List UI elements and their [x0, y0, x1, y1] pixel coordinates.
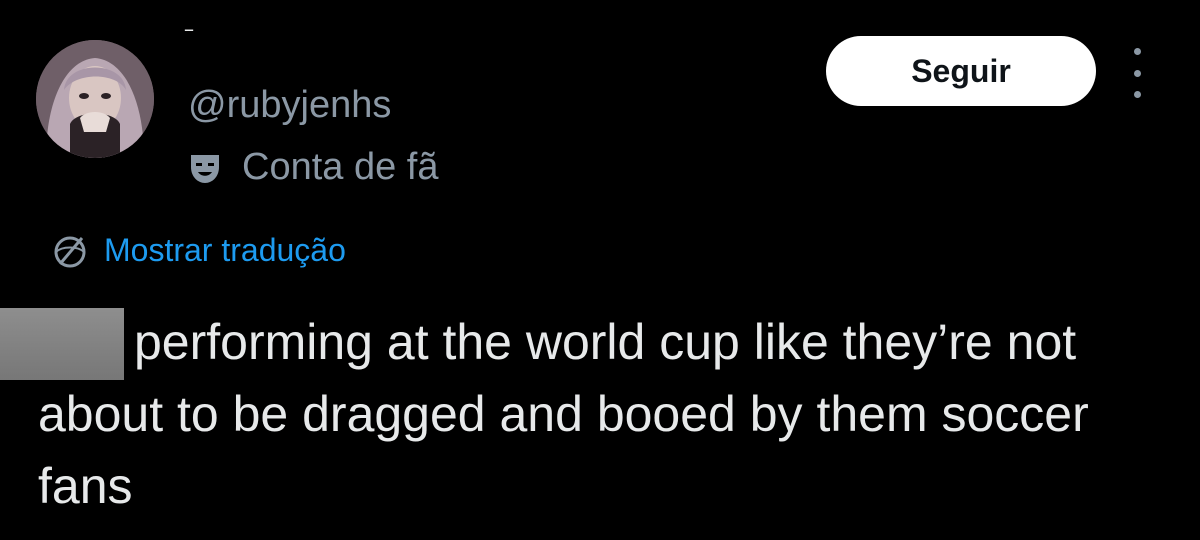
show-translation-link[interactable]: Mostrar tradução	[48, 228, 346, 272]
tweet-body: performing at the world cup like they’re…	[38, 314, 1089, 514]
tweet-text: performing at the world cup like they’re…	[38, 306, 1178, 522]
globe-icon	[54, 236, 86, 268]
account-label: Conta de fã	[186, 146, 438, 189]
more-dot	[1133, 48, 1141, 55]
user-handle[interactable]: @rubyjenhs	[188, 84, 391, 127]
account-label-text: Conta de fã	[242, 146, 439, 188]
more-dot	[1133, 69, 1141, 77]
follow-button[interactable]: Seguir	[826, 36, 1096, 106]
avatar-image	[36, 40, 154, 158]
display-name[interactable]: ‾	[186, 28, 192, 49]
more-dot	[1133, 91, 1141, 98]
avatar[interactable]	[36, 40, 154, 158]
more-vertical-icon[interactable]	[1122, 48, 1152, 98]
theater-mask-icon	[191, 154, 219, 183]
show-translation-label[interactable]: Mostrar tradução	[104, 232, 346, 269]
